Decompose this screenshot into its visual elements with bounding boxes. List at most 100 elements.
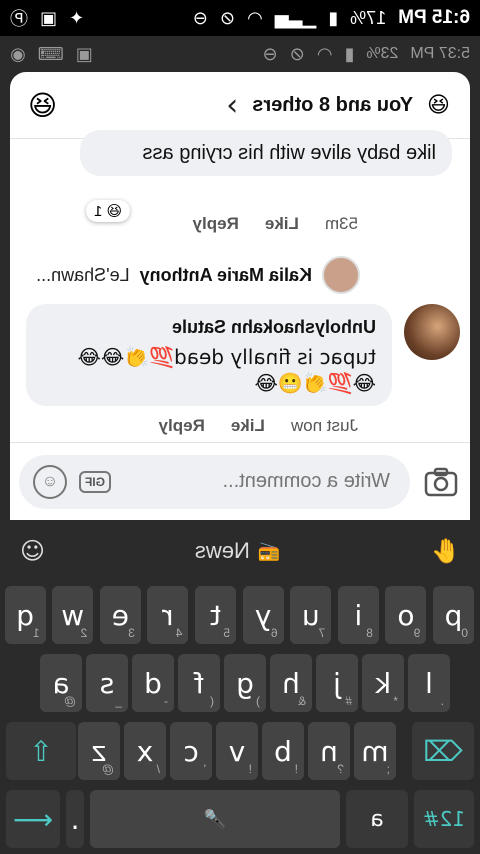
signal-icon: ▁▃▅ bbox=[274, 7, 317, 29]
key-r[interactable]: r4 bbox=[147, 586, 189, 644]
reply-button[interactable]: Reply bbox=[159, 416, 205, 436]
key-letter: y bbox=[254, 598, 272, 632]
gif-button[interactable]: GIF bbox=[79, 470, 111, 493]
key-letter: t bbox=[210, 598, 221, 632]
radio-icon: 📻 bbox=[257, 540, 281, 562]
key-s[interactable]: s _ bbox=[86, 654, 128, 712]
comment-text: tupac is finally dead💯👏😂😂 bbox=[77, 345, 377, 369]
key-q[interactable]: q1 bbox=[4, 586, 46, 644]
keyboard-toolbar: ✋ 📻 News ☺ bbox=[0, 520, 480, 582]
laughing-emoji-icon[interactable]: 😆 bbox=[28, 89, 57, 122]
key-letter: u bbox=[301, 598, 320, 632]
key-b[interactable]: b! bbox=[262, 722, 304, 780]
key-d[interactable]: d- bbox=[132, 654, 174, 712]
backspace-key[interactable]: ⌫ bbox=[412, 722, 474, 780]
period-key[interactable]: . bbox=[66, 790, 84, 848]
key-hint: - bbox=[164, 694, 168, 708]
key-hint: ) bbox=[256, 694, 260, 708]
status-battery: 17% bbox=[350, 7, 387, 28]
key-t[interactable]: t5 bbox=[195, 586, 236, 644]
key-c[interactable]: c ' bbox=[170, 722, 212, 780]
emoji-keyboard-icon[interactable]: ☺ bbox=[20, 537, 45, 565]
key-j[interactable]: j # bbox=[316, 654, 358, 712]
battery-icon: ▮ bbox=[344, 43, 355, 65]
laughing-emoji-icon: 😆 bbox=[427, 92, 450, 118]
numbers-key[interactable]: 12# bbox=[414, 790, 474, 848]
space-bar[interactable]: 🎤 bbox=[90, 790, 340, 848]
key-w[interactable]: w2 bbox=[52, 586, 94, 644]
image-icon: ▣ bbox=[40, 7, 58, 29]
key-e[interactable]: e3 bbox=[99, 586, 141, 644]
comma-key[interactable]: a bbox=[346, 790, 408, 848]
key-hint: ' bbox=[203, 762, 206, 776]
mute-icon: ⊘ bbox=[289, 43, 305, 65]
key-u[interactable]: u7 bbox=[290, 586, 332, 644]
key-letter: n bbox=[320, 734, 338, 768]
sparkle-icon: ✦ bbox=[69, 7, 85, 29]
comment-input[interactable] bbox=[123, 469, 392, 494]
comment-text: like baby alive with his crying ass bbox=[142, 142, 436, 164]
key-hint: # bbox=[345, 694, 352, 708]
comment-actions: 53m Like Reply bbox=[193, 214, 358, 234]
key-m[interactable]: m; bbox=[354, 722, 396, 780]
reply-button[interactable]: Reply bbox=[193, 214, 239, 234]
key-l[interactable]: l. bbox=[408, 654, 450, 712]
shift-key[interactable]: ⇧ bbox=[6, 722, 76, 780]
key-p[interactable]: p0 bbox=[433, 586, 474, 644]
key-y[interactable]: y6 bbox=[242, 586, 284, 644]
key-g[interactable]: g) bbox=[224, 654, 266, 712]
pinterest-icon: Ⓟ bbox=[10, 9, 28, 30]
key-a[interactable]: a @ bbox=[40, 654, 82, 712]
swipe-hand-icon[interactable]: ✋ bbox=[430, 537, 460, 565]
comment-emoji-line: 😂💯👏😬😂 bbox=[254, 371, 376, 395]
key-v[interactable]: v! bbox=[216, 722, 258, 780]
key-i[interactable]: i8 bbox=[337, 586, 379, 644]
reply-snippet: Le'Shawn... bbox=[36, 264, 130, 285]
key-hint: 4 bbox=[175, 626, 183, 640]
key-letter: e bbox=[111, 598, 129, 632]
key-hint: 7 bbox=[318, 626, 326, 640]
record-icon: ◉ bbox=[10, 43, 26, 65]
wifi-icon: ◠ bbox=[247, 7, 263, 29]
comment-composer: GIF ☺ bbox=[10, 442, 470, 520]
comment-author[interactable]: Unholyshaokahn Satule bbox=[42, 314, 376, 340]
comment-actions: Just now Like Reply bbox=[159, 416, 358, 436]
key-letter: v bbox=[228, 734, 246, 768]
news-button[interactable]: 📻 News bbox=[195, 538, 280, 564]
reactions-title[interactable]: You and 8 others bbox=[252, 94, 413, 117]
reaction-count-pill[interactable]: 😆 1 bbox=[86, 200, 130, 222]
like-button[interactable]: Like bbox=[231, 416, 265, 436]
key-n[interactable]: n? bbox=[308, 722, 350, 780]
key-z[interactable]: z @ bbox=[78, 722, 120, 780]
key-letter: l bbox=[425, 666, 433, 700]
like-button[interactable]: Like bbox=[265, 214, 299, 234]
key-letter: j bbox=[333, 666, 341, 700]
key-hint: . bbox=[440, 694, 444, 708]
emoji-picker-icon[interactable]: ☺ bbox=[33, 464, 67, 499]
sheet-header: 😆 You and 8 others › 😆 bbox=[10, 72, 470, 139]
camera-icon[interactable] bbox=[424, 462, 458, 502]
inner-status-bar: 5:37 PM 23% ▮ ◠ ⊘ ⊖ ▣ ⌨ ◉ bbox=[0, 36, 480, 72]
key-hint: * bbox=[393, 694, 398, 708]
key-hint: ; bbox=[386, 762, 390, 776]
news-label: News bbox=[194, 538, 250, 563]
key-hint: 5 bbox=[223, 626, 230, 640]
avatar[interactable] bbox=[404, 304, 460, 360]
key-hint: 0 bbox=[461, 626, 468, 640]
reply-preview[interactable]: Kalia Marie Anthony Le'Shawn... bbox=[36, 256, 360, 294]
key-h[interactable]: h & bbox=[270, 654, 312, 712]
key-o[interactable]: o9 bbox=[385, 586, 427, 644]
keyboard-row-1: p0o9i8u7y6t5r4e3w2q1 bbox=[0, 586, 480, 646]
key-x[interactable]: x / bbox=[124, 722, 166, 780]
key-hint: & bbox=[297, 694, 306, 708]
key-letter: p bbox=[444, 598, 463, 632]
key-hint: / bbox=[156, 762, 160, 776]
key-k[interactable]: k * bbox=[362, 654, 404, 712]
enter-key[interactable]: ⟵ bbox=[6, 790, 60, 848]
key-f[interactable]: f( bbox=[178, 654, 220, 712]
laughing-emoji-icon: 😆 bbox=[106, 202, 122, 220]
key-letter: r bbox=[162, 598, 174, 632]
on-screen-keyboard: ✋ 📻 News ☺ p0o9i8u7y6t5r4e3w2q1 l. k * j # h &… bbox=[0, 520, 480, 854]
chevron-right-icon[interactable]: › bbox=[226, 88, 238, 123]
key-hint: ? bbox=[337, 762, 344, 776]
